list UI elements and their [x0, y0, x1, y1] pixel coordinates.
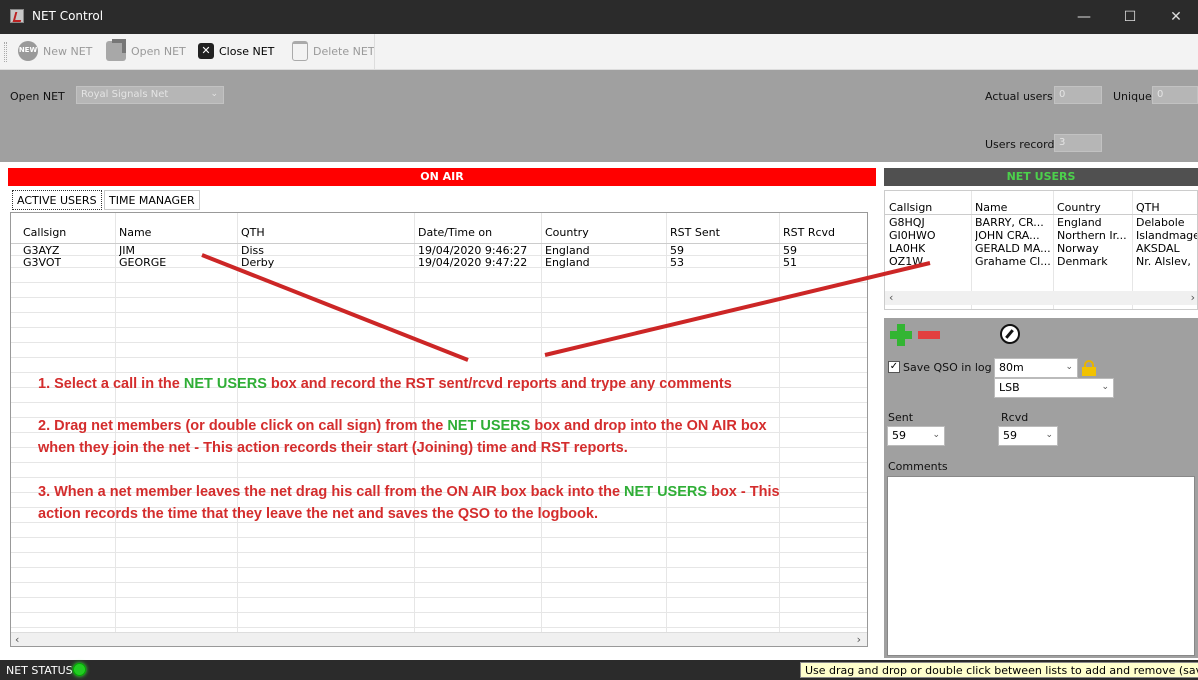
- instruction-step-1: 1. Select a call in the NET USERS box an…: [38, 376, 732, 392]
- instruction-step-2: 2. Drag net members (or double click on …: [38, 418, 767, 434]
- arrow-line-left: [201, 253, 469, 362]
- net-status-label: NET STATUS: [6, 664, 73, 677]
- status-hint-tooltip: Use drag and drop or double click betwee…: [800, 662, 1198, 678]
- net-status-led-icon: [73, 663, 86, 676]
- instruction-step-2-line2: when they join the net - This action rec…: [38, 440, 628, 456]
- arrow-line-right: [544, 261, 931, 357]
- instruction-step-3: 3. When a net member leaves the net drag…: [38, 484, 780, 500]
- status-bar: NET STATUS Use drag and drop or double c…: [0, 660, 1198, 680]
- instruction-step-3-line2: action records the time that they leave …: [38, 506, 598, 522]
- annotation-arrows: [201, 253, 931, 362]
